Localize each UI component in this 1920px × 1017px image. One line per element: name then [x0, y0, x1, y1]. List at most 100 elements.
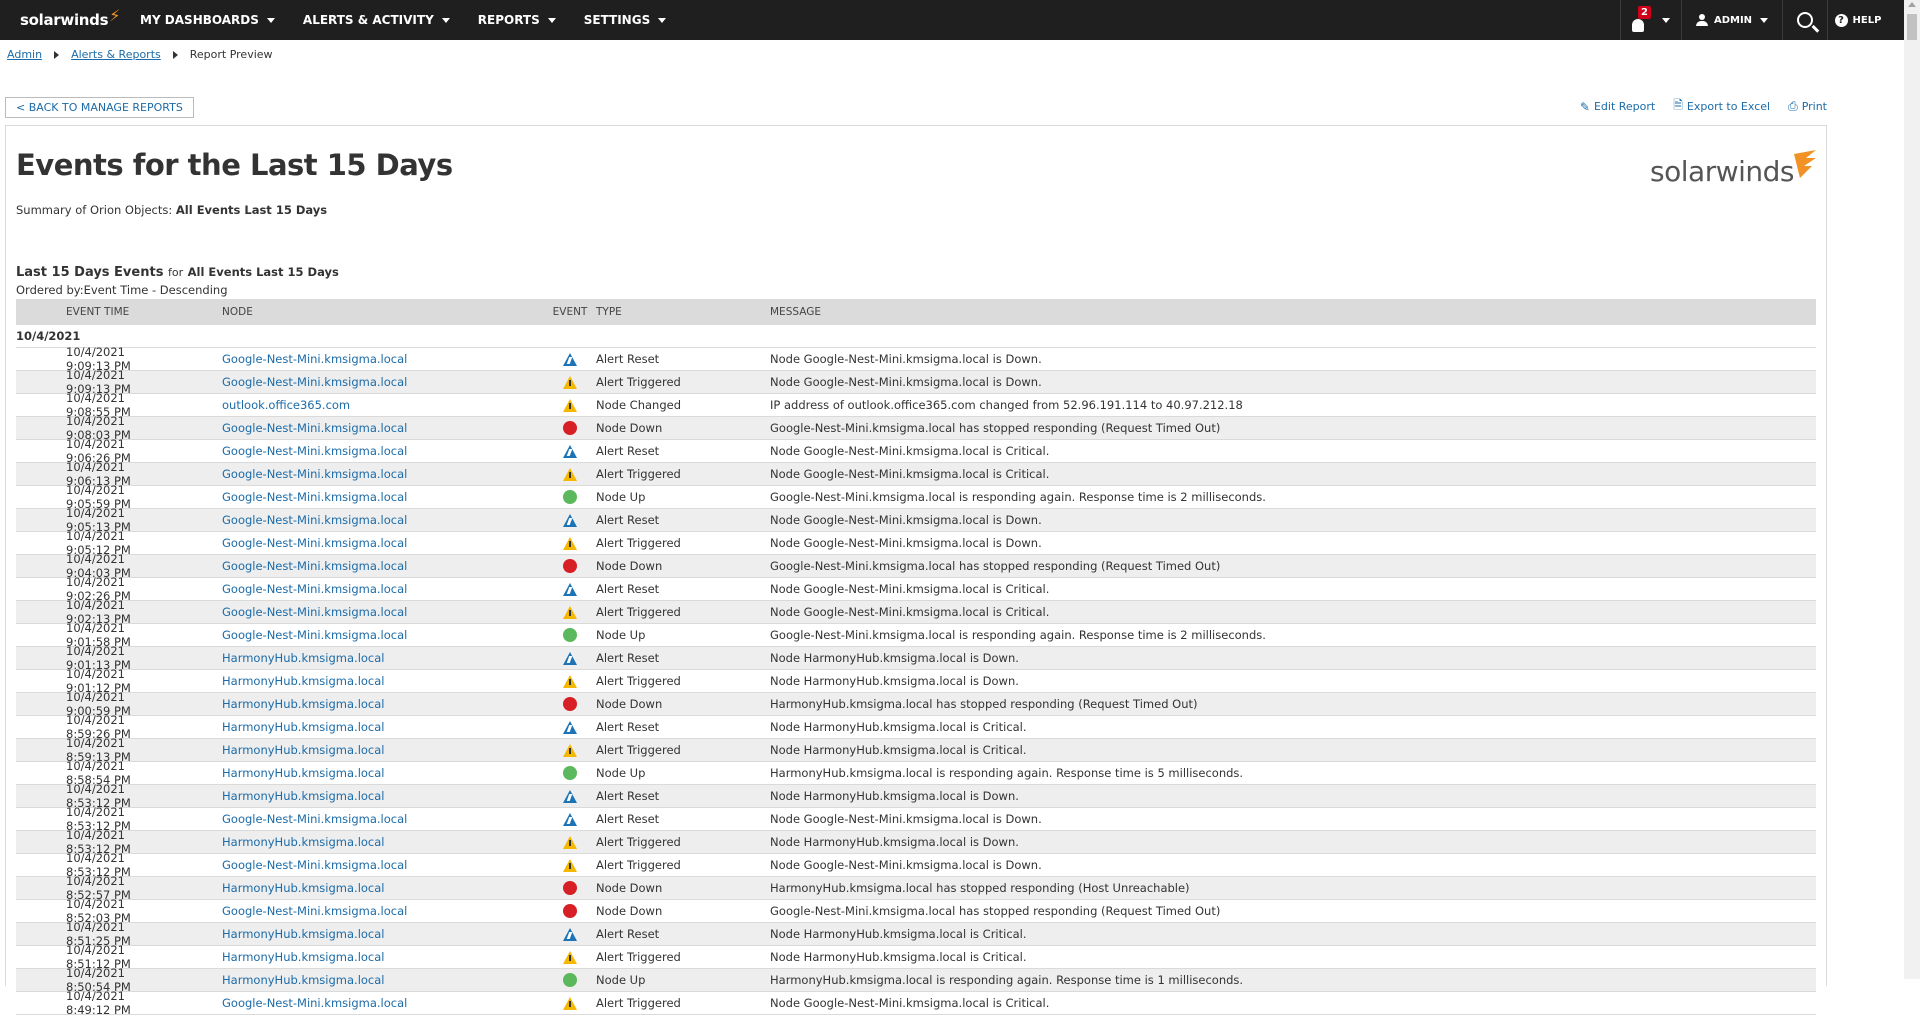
- user-name: ADMIN: [1713, 14, 1753, 26]
- help-label: HELP: [1852, 14, 1882, 26]
- node-link[interactable]: Google-Nest-Mini.kmsigma.local: [172, 858, 544, 872]
- alert-triggered-icon: [563, 398, 577, 412]
- report-logo-text: solarwinds: [1650, 155, 1794, 188]
- node-down-icon: [563, 421, 577, 435]
- node-link[interactable]: outlook.office365.com: [172, 398, 544, 412]
- help-button[interactable]: ? HELP: [1827, 0, 1888, 40]
- notifications-button[interactable]: 2: [1620, 0, 1681, 40]
- bell-icon: 2: [1632, 6, 1654, 32]
- scrollbar-thumb[interactable]: [1907, 14, 1917, 40]
- event-icon-cell: [544, 444, 596, 458]
- breadcrumb-alerts-reports[interactable]: Alerts & Reports: [71, 48, 161, 61]
- node-link[interactable]: HarmonyHub.kmsigma.local: [172, 674, 544, 688]
- event-icon-cell: [544, 674, 596, 688]
- event-icon-cell: [544, 398, 596, 412]
- node-link[interactable]: HarmonyHub.kmsigma.local: [172, 881, 544, 895]
- table-row: 10/4/2021 9:02:13 PM Google-Nest-Mini.kms…: [16, 598, 1816, 626]
- event-icon-cell: [544, 789, 596, 803]
- event-icon-cell: [544, 881, 596, 895]
- node-up-icon: [563, 973, 577, 987]
- node-link[interactable]: Google-Nest-Mini.kmsigma.local: [172, 375, 544, 389]
- event-message: Node HarmonyHub.kmsigma.local is Down.: [770, 674, 1019, 688]
- search-icon: [1797, 12, 1813, 28]
- node-link[interactable]: Google-Nest-Mini.kmsigma.local: [172, 490, 544, 504]
- menu-reports[interactable]: REPORTS: [478, 13, 556, 27]
- node-link[interactable]: Google-Nest-Mini.kmsigma.local: [172, 628, 544, 642]
- report-actions: ✎ Edit Report 🗎 Export to Excel ⎙ Print: [1562, 96, 1827, 117]
- table-row: 10/4/2021 8:58:54 PM HarmonyHub.kmsigma.l…: [16, 759, 1816, 787]
- node-link[interactable]: HarmonyHub.kmsigma.local: [172, 720, 544, 734]
- event-type: Alert Triggered: [596, 835, 681, 849]
- solarwinds-logo[interactable]: solarwinds ⚡: [20, 6, 120, 30]
- node-link[interactable]: Google-Nest-Mini.kmsigma.local: [172, 904, 544, 918]
- node-link[interactable]: HarmonyHub.kmsigma.local: [172, 766, 544, 780]
- event-icon-cell: [544, 605, 596, 619]
- event-icon-cell: [544, 996, 596, 1010]
- node-link[interactable]: HarmonyHub.kmsigma.local: [172, 950, 544, 964]
- node-link[interactable]: Google-Nest-Mini.kmsigma.local: [172, 605, 544, 619]
- node-link[interactable]: Google-Nest-Mini.kmsigma.local: [172, 352, 544, 366]
- node-link[interactable]: Google-Nest-Mini.kmsigma.local: [172, 536, 544, 550]
- node-link[interactable]: Google-Nest-Mini.kmsigma.local: [172, 996, 544, 1010]
- breadcrumb-admin[interactable]: Admin: [7, 48, 42, 61]
- breadcrumb-current: Report Preview: [189, 48, 273, 61]
- event-type: Alert Reset: [596, 720, 660, 734]
- event-message: HarmonyHub.kmsigma.local has stopped res…: [770, 697, 1198, 711]
- alert-reset-icon: [563, 789, 577, 803]
- alert-triggered-icon: [563, 674, 577, 688]
- node-link[interactable]: HarmonyHub.kmsigma.local: [172, 973, 544, 987]
- table-row: 10/4/2021 8:50:54 PM HarmonyHub.kmsigma.l…: [16, 966, 1816, 994]
- menu-label: REPORTS: [477, 13, 540, 27]
- export-file-icon: 🗎: [1673, 98, 1683, 112]
- printer-icon: ⎙: [1788, 99, 1798, 113]
- node-link[interactable]: HarmonyHub.kmsigma.local: [172, 927, 544, 941]
- node-link[interactable]: Google-Nest-Mini.kmsigma.local: [172, 467, 544, 481]
- node-up-icon: [563, 628, 577, 642]
- event-message: Node HarmonyHub.kmsigma.local is Down.: [770, 789, 1019, 803]
- node-link[interactable]: Google-Nest-Mini.kmsigma.local: [172, 812, 544, 826]
- back-to-manage-reports-button[interactable]: < BACK TO MANAGE REPORTS: [5, 97, 194, 118]
- breadcrumb-separator-icon: [172, 50, 178, 59]
- summary-label: Summary of Orion Objects:: [16, 203, 173, 217]
- table-body: 10/4/2021 9:09:13 PM Google-Nest-Mini.kms…: [16, 345, 1816, 1017]
- menu-alerts-activity[interactable]: ALERTS & ACTIVITY: [303, 13, 450, 27]
- scroll-up-arrow-icon[interactable]: [1908, 2, 1916, 7]
- event-type: Node Up: [596, 490, 646, 504]
- node-link[interactable]: HarmonyHub.kmsigma.local: [172, 789, 544, 803]
- event-message: Node Google-Nest-Mini.kmsigma.local is C…: [770, 996, 1050, 1010]
- event-type: Alert Triggered: [596, 605, 681, 619]
- event-icon-cell: [544, 536, 596, 550]
- event-type: Alert Reset: [596, 651, 660, 665]
- node-link[interactable]: Google-Nest-Mini.kmsigma.local: [172, 582, 544, 596]
- alert-triggered-icon: [563, 467, 577, 481]
- node-link[interactable]: Google-Nest-Mini.kmsigma.local: [172, 559, 544, 573]
- node-link[interactable]: HarmonyHub.kmsigma.local: [172, 835, 544, 849]
- node-link[interactable]: HarmonyHub.kmsigma.local: [172, 743, 544, 757]
- section-title: Last 15 Days Events for All Events Last …: [16, 265, 339, 280]
- node-link[interactable]: Google-Nest-Mini.kmsigma.local: [172, 513, 544, 527]
- event-type: Alert Triggered: [596, 743, 681, 757]
- table-row: 10/4/2021 8:49:12 PM Google-Nest-Mini.kms…: [16, 989, 1816, 1017]
- alert-triggered-icon: [563, 858, 577, 872]
- event-type: Node Down: [596, 904, 663, 918]
- event-type: Alert Triggered: [596, 950, 681, 964]
- report-title: Events for the Last 15 Days: [16, 148, 453, 182]
- pencil-icon: ✎: [1579, 99, 1590, 114]
- menu-my-dashboards[interactable]: MY DASHBOARDS: [140, 13, 275, 27]
- event-icon-cell: [544, 927, 596, 941]
- user-menu[interactable]: ADMIN: [1681, 0, 1782, 40]
- export-to-excel-link[interactable]: 🗎 Export to Excel: [1673, 96, 1770, 117]
- table-row: 10/4/2021 8:52:57 PM HarmonyHub.kmsigma.l…: [16, 874, 1816, 902]
- event-message: Node HarmonyHub.kmsigma.local is Critica…: [770, 720, 1027, 734]
- vertical-scrollbar[interactable]: [1904, 0, 1920, 979]
- print-link[interactable]: ⎙ Print: [1788, 96, 1827, 117]
- node-link[interactable]: Google-Nest-Mini.kmsigma.local: [172, 444, 544, 458]
- event-type: Alert Reset: [596, 582, 660, 596]
- search-button[interactable]: [1782, 0, 1827, 40]
- menu-settings[interactable]: SETTINGS: [584, 13, 667, 27]
- node-link[interactable]: Google-Nest-Mini.kmsigma.local: [172, 421, 544, 435]
- node-link[interactable]: HarmonyHub.kmsigma.local: [172, 651, 544, 665]
- node-link[interactable]: HarmonyHub.kmsigma.local: [172, 697, 544, 711]
- event-message: Node Google-Nest-Mini.kmsigma.local is C…: [770, 605, 1050, 619]
- edit-report-link[interactable]: ✎ Edit Report: [1580, 96, 1655, 117]
